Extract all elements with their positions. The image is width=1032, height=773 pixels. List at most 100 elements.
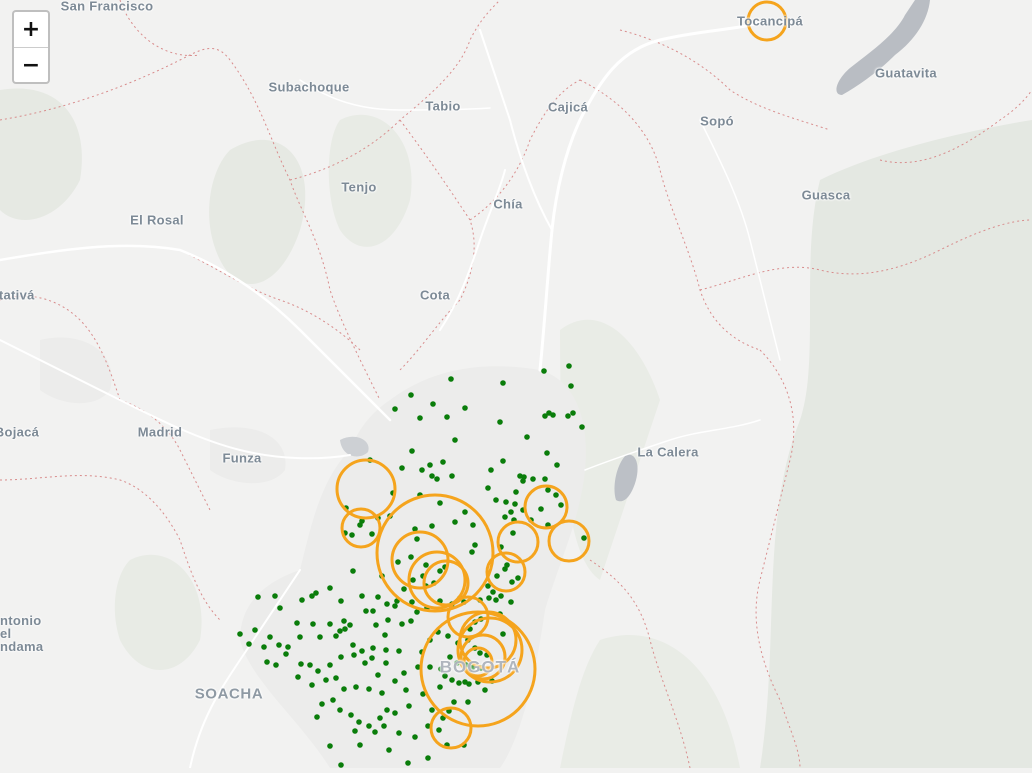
point-marker[interactable] xyxy=(565,413,571,419)
point-marker[interactable] xyxy=(377,715,383,721)
point-marker[interactable] xyxy=(462,509,468,515)
point-marker[interactable] xyxy=(392,678,398,684)
point-marker[interactable] xyxy=(414,536,420,542)
point-marker[interactable] xyxy=(264,659,270,665)
point-marker[interactable] xyxy=(538,506,544,512)
point-marker[interactable] xyxy=(500,631,506,637)
point-marker[interactable] xyxy=(440,459,446,465)
point-marker[interactable] xyxy=(568,383,574,389)
point-marker[interactable] xyxy=(366,723,372,729)
point-marker[interactable] xyxy=(319,701,325,707)
point-marker[interactable] xyxy=(252,627,258,633)
point-marker[interactable] xyxy=(338,598,344,604)
point-marker[interactable] xyxy=(524,434,530,440)
point-marker[interactable] xyxy=(356,719,362,725)
point-marker[interactable] xyxy=(542,413,548,419)
point-marker[interactable] xyxy=(520,478,526,484)
point-marker[interactable] xyxy=(512,501,518,507)
point-marker[interactable] xyxy=(327,662,333,668)
point-marker[interactable] xyxy=(362,660,368,666)
point-marker[interactable] xyxy=(357,742,363,748)
point-marker[interactable] xyxy=(384,601,390,607)
point-marker[interactable] xyxy=(437,684,443,690)
point-marker[interactable] xyxy=(498,593,504,599)
point-marker[interactable] xyxy=(429,707,435,713)
point-marker[interactable] xyxy=(515,575,521,581)
point-marker[interactable] xyxy=(310,621,316,627)
point-marker[interactable] xyxy=(444,414,450,420)
point-marker[interactable] xyxy=(570,410,576,416)
point-marker[interactable] xyxy=(349,532,355,538)
point-marker[interactable] xyxy=(317,634,323,640)
point-marker[interactable] xyxy=(465,699,471,705)
point-marker[interactable] xyxy=(508,509,514,515)
point-marker[interactable] xyxy=(406,703,412,709)
point-marker[interactable] xyxy=(401,586,407,592)
point-marker[interactable] xyxy=(363,608,369,614)
point-marker[interactable] xyxy=(427,462,433,468)
point-marker[interactable] xyxy=(276,642,282,648)
point-marker[interactable] xyxy=(350,642,356,648)
point-marker[interactable] xyxy=(392,710,398,716)
point-marker[interactable] xyxy=(541,368,547,374)
point-marker[interactable] xyxy=(550,412,556,418)
point-marker[interactable] xyxy=(369,655,375,661)
point-marker[interactable] xyxy=(366,686,372,692)
point-marker[interactable] xyxy=(294,620,300,626)
point-marker[interactable] xyxy=(423,562,429,568)
point-marker[interactable] xyxy=(494,573,500,579)
point-marker[interactable] xyxy=(500,380,506,386)
point-marker[interactable] xyxy=(448,376,454,382)
point-marker[interactable] xyxy=(330,697,336,703)
point-marker[interactable] xyxy=(314,714,320,720)
point-marker[interactable] xyxy=(267,634,273,640)
point-marker[interactable] xyxy=(352,728,358,734)
point-marker[interactable] xyxy=(437,500,443,506)
point-marker[interactable] xyxy=(553,492,559,498)
point-marker[interactable] xyxy=(285,644,291,650)
point-marker[interactable] xyxy=(445,633,451,639)
point-marker[interactable] xyxy=(488,467,494,473)
point-marker[interactable] xyxy=(493,597,499,603)
point-marker[interactable] xyxy=(493,497,499,503)
point-marker[interactable] xyxy=(452,519,458,525)
point-marker[interactable] xyxy=(237,631,243,637)
point-marker[interactable] xyxy=(277,605,283,611)
point-marker[interactable] xyxy=(417,415,423,421)
point-marker[interactable] xyxy=(338,654,344,660)
point-marker[interactable] xyxy=(510,530,516,536)
point-marker[interactable] xyxy=(299,597,305,603)
point-marker[interactable] xyxy=(502,514,508,520)
point-marker[interactable] xyxy=(504,562,510,568)
point-marker[interactable] xyxy=(452,437,458,443)
point-marker[interactable] xyxy=(347,622,353,628)
point-marker[interactable] xyxy=(327,743,333,749)
point-marker[interactable] xyxy=(509,579,515,585)
point-marker[interactable] xyxy=(342,626,348,632)
point-marker[interactable] xyxy=(486,595,492,601)
point-marker[interactable] xyxy=(410,577,416,583)
point-marker[interactable] xyxy=(477,650,483,656)
map-canvas[interactable]: San Francisco Tocancipá Guatavita Subachoqu… xyxy=(0,0,1032,769)
point-marker[interactable] xyxy=(581,535,587,541)
point-marker[interactable] xyxy=(307,662,313,668)
point-marker[interactable] xyxy=(348,712,354,718)
point-marker[interactable] xyxy=(419,467,425,473)
point-marker[interactable] xyxy=(542,476,548,482)
point-marker[interactable] xyxy=(436,727,442,733)
point-marker[interactable] xyxy=(456,680,462,686)
point-marker[interactable] xyxy=(327,621,333,627)
point-marker[interactable] xyxy=(425,755,431,761)
point-marker[interactable] xyxy=(451,699,457,705)
point-marker[interactable] xyxy=(309,682,315,688)
point-marker[interactable] xyxy=(470,522,476,528)
point-marker[interactable] xyxy=(408,554,414,560)
point-marker[interactable] xyxy=(273,662,279,668)
point-marker[interactable] xyxy=(327,585,333,591)
point-marker[interactable] xyxy=(370,645,376,651)
point-marker[interactable] xyxy=(373,622,379,628)
point-marker[interactable] xyxy=(558,502,564,508)
point-marker[interactable] xyxy=(403,687,409,693)
point-marker[interactable] xyxy=(472,542,478,548)
point-marker[interactable] xyxy=(333,675,339,681)
